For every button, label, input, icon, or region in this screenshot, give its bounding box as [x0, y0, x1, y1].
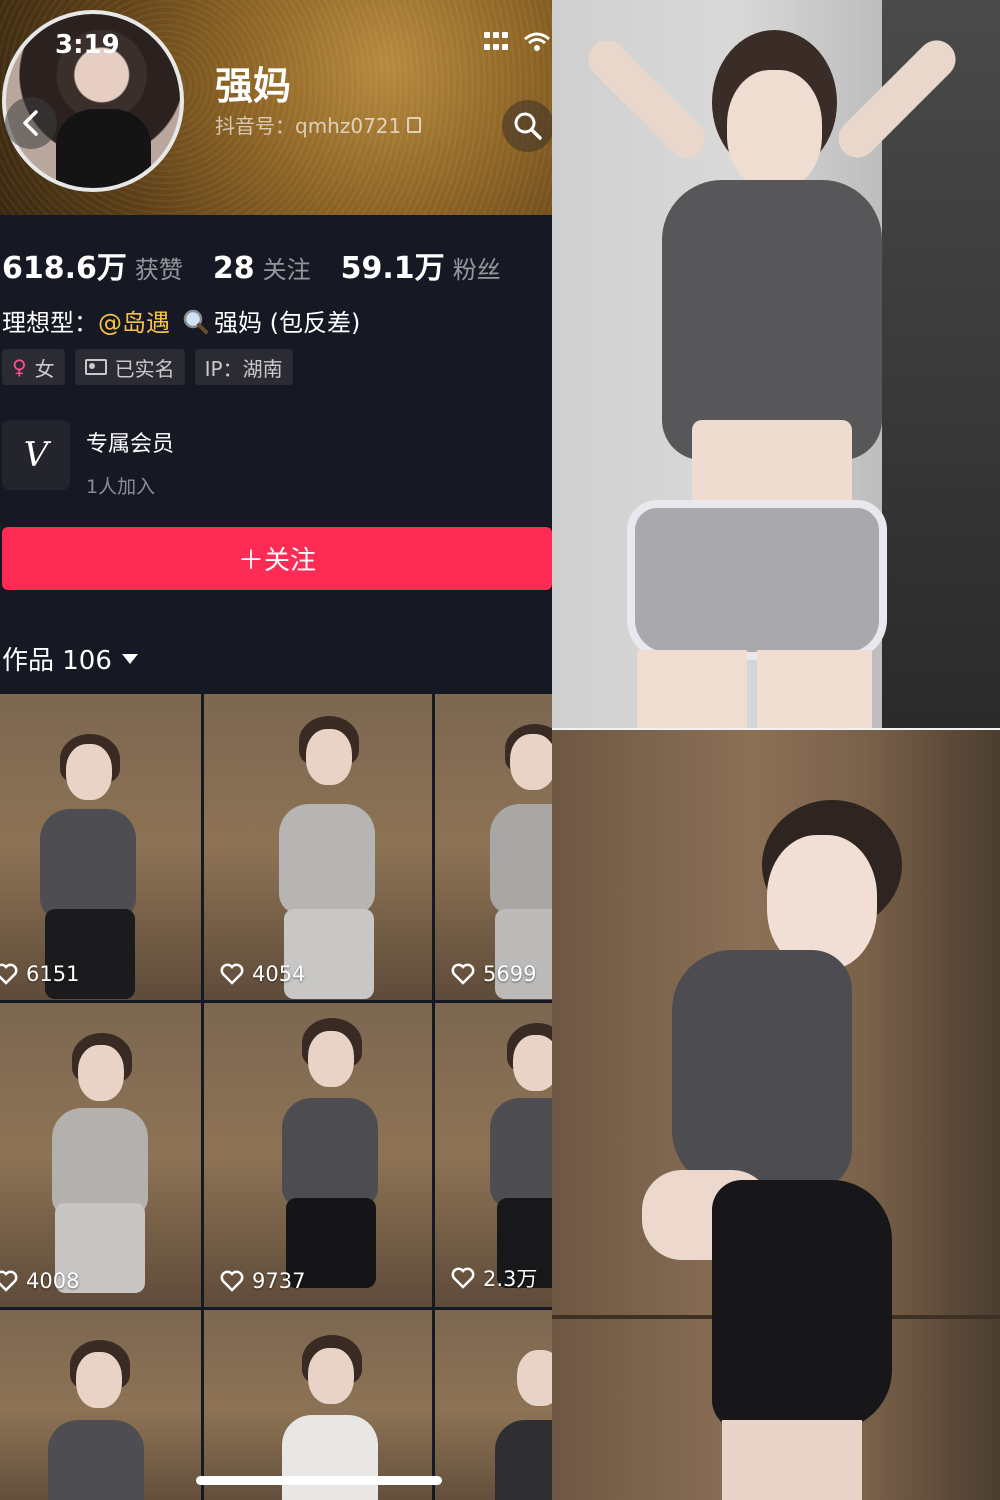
wifi-icon	[524, 32, 550, 51]
like-count-value: 5699	[483, 962, 537, 986]
photo-bottom	[552, 730, 1000, 1500]
like-count: 2.3万	[451, 1263, 537, 1293]
video-thumbnail[interactable]: 9737	[204, 1003, 432, 1307]
membership-title: 专属会员	[86, 432, 175, 457]
search-icon	[514, 112, 542, 140]
like-count: 4054	[220, 962, 305, 986]
tag-label: IP：湖南	[204, 356, 283, 381]
signal-icon	[484, 32, 510, 52]
works-grid: 6151 4054 5699 4008 9737 2.3万	[0, 694, 552, 1500]
douyin-id-text: 抖音号：qmhz0721	[215, 114, 402, 138]
tag-label: 已实名	[114, 356, 175, 381]
heart-icon	[451, 963, 475, 985]
membership-subtitle: 1人加入	[86, 476, 156, 498]
bio-prefix: 理想型：	[2, 309, 98, 337]
search-button[interactable]	[502, 100, 552, 152]
profile-screen: 3:19 强妈 抖音号：qmhz0721 618.6万 获赞 28 关注 59.…	[0, 0, 552, 1500]
copy-icon[interactable]	[407, 116, 422, 133]
stat-label: 粉丝	[452, 256, 501, 284]
bio-mention-link[interactable]: @岛遇	[98, 303, 170, 338]
vip-logo-icon: V	[2, 420, 70, 490]
tag-label: 女	[34, 356, 55, 381]
stat-followers[interactable]: 59.1万 粉丝	[341, 243, 501, 287]
stat-value: 618.6万	[2, 251, 127, 286]
profile-stats: 618.6万 获赞 28 关注 59.1万 粉丝	[2, 243, 501, 287]
works-tab-label: 作品 106	[2, 646, 112, 676]
bio-suffix: 强妈 (包反差)	[214, 309, 361, 337]
membership-entry[interactable]: V 专属会员 1人加入	[2, 420, 174, 499]
like-count: 4008	[0, 1269, 79, 1293]
follow-button[interactable]: ＋关注	[2, 527, 552, 590]
like-count-value: 9737	[252, 1269, 306, 1293]
id-card-icon	[84, 359, 107, 375]
tag-gender: ♀ 女	[2, 349, 65, 385]
video-thumbnail[interactable]: 5699	[435, 694, 552, 1000]
heart-icon	[451, 1267, 475, 1289]
photo-top	[552, 0, 1000, 730]
screenshot-collage: 3:19 强妈 抖音号：qmhz0721 618.6万 获赞 28 关注 59.…	[0, 0, 1000, 1500]
heart-icon	[220, 963, 244, 985]
like-count: 9737	[220, 1269, 305, 1293]
tag-verified: 已实名	[74, 349, 185, 385]
stat-value: 28	[212, 251, 255, 286]
status-time: 3:19	[55, 30, 120, 60]
stat-label: 获赞	[134, 256, 183, 284]
back-button[interactable]	[5, 97, 57, 149]
video-thumbnail[interactable]: 4054	[204, 694, 432, 1000]
like-count-value: 6151	[26, 962, 80, 986]
video-thumbnail[interactable]	[204, 1310, 432, 1500]
magnifier-icon	[183, 309, 208, 334]
caret-down-icon	[121, 653, 138, 664]
profile-tags: ♀ 女 已实名 IP：湖南	[2, 349, 293, 385]
douyin-id[interactable]: 抖音号：qmhz0721	[215, 110, 422, 139]
stat-likes: 618.6万 获赞	[2, 243, 183, 287]
stat-value: 59.1万	[340, 251, 445, 286]
profile-bio: 理想型： @岛遇 强妈 (包反差)	[2, 303, 360, 338]
video-thumbnail[interactable]: 6151	[0, 694, 201, 1000]
like-count-value: 4008	[26, 1269, 80, 1293]
video-thumbnail[interactable]: 2.3万	[435, 1003, 552, 1307]
like-count: 6151	[0, 962, 79, 986]
heart-icon	[220, 1270, 244, 1292]
works-tab[interactable]: 作品 106	[2, 640, 138, 677]
status-icons	[484, 32, 550, 52]
video-thumbnail[interactable]	[0, 1310, 201, 1500]
stat-label: 关注	[262, 256, 311, 284]
heart-icon	[0, 963, 18, 985]
like-count: 5699	[451, 962, 536, 986]
heart-icon	[0, 1270, 18, 1292]
tag-ip: IP：湖南	[194, 349, 293, 385]
video-thumbnail[interactable]: 4008	[0, 1003, 201, 1307]
video-thumbnail[interactable]	[435, 1310, 552, 1500]
chevron-left-icon	[23, 110, 38, 136]
home-indicator[interactable]	[196, 1476, 442, 1485]
profile-name: 强妈	[215, 64, 292, 108]
female-icon: ♀	[12, 355, 27, 379]
like-count-value: 4054	[252, 962, 306, 986]
like-count-value: 2.3万	[483, 1267, 538, 1291]
stat-following[interactable]: 28 关注	[213, 250, 311, 286]
